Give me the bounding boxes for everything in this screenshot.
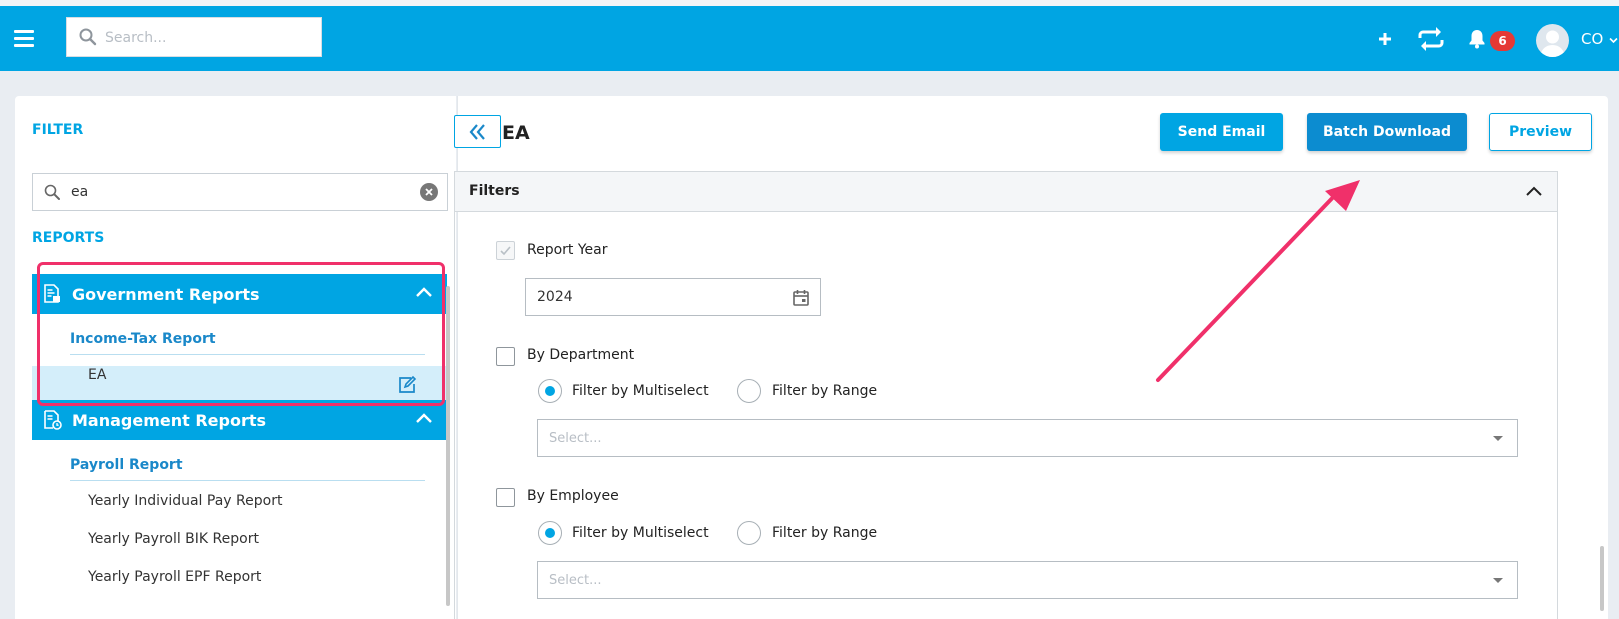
user-initials: CO bbox=[1581, 30, 1604, 48]
top-navbar: 6 CO bbox=[0, 6, 1619, 71]
collapse-sidebar-button[interactable] bbox=[454, 115, 501, 148]
employee-range-radio[interactable] bbox=[737, 521, 761, 545]
bell-icon[interactable] bbox=[1467, 6, 1487, 71]
main-scrollbar[interactable] bbox=[1600, 546, 1604, 611]
group-management-reports[interactable]: Management Reports bbox=[32, 400, 447, 440]
reports-label: REPORTS bbox=[32, 230, 105, 246]
filters-header[interactable]: Filters bbox=[455, 172, 1557, 212]
switch-icon[interactable] bbox=[1416, 6, 1446, 71]
double-chevron-left-icon bbox=[469, 123, 485, 140]
department-range-label: Filter by Range bbox=[772, 383, 878, 399]
send-email-button[interactable]: Send Email bbox=[1160, 113, 1283, 151]
subgroup-divider bbox=[70, 480, 425, 481]
by-employee-label: By Employee bbox=[527, 488, 619, 504]
department-multiselect-radio[interactable] bbox=[538, 379, 562, 403]
report-year-field[interactable]: 2024 bbox=[525, 278, 821, 316]
group-label: Management Reports bbox=[72, 410, 267, 430]
preview-button[interactable]: Preview bbox=[1489, 113, 1592, 151]
calendar-icon[interactable] bbox=[792, 289, 810, 307]
list-item[interactable]: Yearly Payroll EPF Report bbox=[88, 569, 261, 585]
search-icon bbox=[79, 28, 97, 46]
user-menu[interactable]: CO bbox=[1581, 30, 1618, 48]
filter-label: FILTER bbox=[32, 122, 84, 138]
by-employee-checkbox[interactable] bbox=[496, 488, 515, 507]
department-multiselect-label: Filter by Multiselect bbox=[572, 383, 709, 399]
report-filter-field[interactable] bbox=[32, 173, 448, 211]
report-filter-input[interactable] bbox=[71, 182, 401, 202]
sidebar-scrollbar[interactable] bbox=[446, 286, 450, 606]
chevron-down-icon bbox=[1609, 37, 1618, 44]
avatar[interactable] bbox=[1536, 24, 1569, 57]
by-department-checkbox[interactable] bbox=[496, 347, 515, 366]
add-icon[interactable] bbox=[1376, 6, 1394, 71]
chevron-up-icon[interactable] bbox=[1525, 183, 1543, 201]
list-item[interactable]: Yearly Payroll BIK Report bbox=[88, 531, 259, 547]
report-sidebar: FILTER REPORTS Government Reports Income… bbox=[15, 96, 456, 619]
by-department-label: By Department bbox=[527, 347, 635, 363]
dropdown-caret-icon bbox=[1493, 436, 1503, 441]
dropdown-caret-icon bbox=[1493, 578, 1503, 583]
subgroup-payroll-report[interactable]: Payroll Report bbox=[70, 457, 183, 473]
report-year-checkbox bbox=[496, 241, 515, 260]
chevron-up-icon[interactable] bbox=[415, 410, 433, 428]
employee-range-label: Filter by Range bbox=[772, 525, 878, 541]
filters-title: Filters bbox=[469, 183, 520, 199]
page-title: EA bbox=[502, 122, 530, 144]
list-item[interactable]: Yearly Individual Pay Report bbox=[88, 493, 282, 509]
search-input[interactable] bbox=[105, 28, 305, 48]
filters-card: Filters Report Year 2024 By Department F… bbox=[454, 171, 1558, 619]
employee-multiselect-radio[interactable] bbox=[538, 521, 562, 545]
batch-download-button[interactable]: Batch Download bbox=[1307, 113, 1467, 151]
report-year-label: Report Year bbox=[527, 242, 608, 258]
employee-multiselect-label: Filter by Multiselect bbox=[572, 525, 709, 541]
highlight-annotation bbox=[37, 262, 445, 406]
report-year-value: 2024 bbox=[537, 289, 573, 305]
global-search[interactable] bbox=[66, 17, 322, 57]
select-placeholder: Select... bbox=[549, 573, 602, 588]
hamburger-menu-icon[interactable] bbox=[14, 30, 34, 47]
clear-icon[interactable] bbox=[420, 183, 438, 201]
report-main-panel: EA Send Email Batch Download Preview Fil… bbox=[454, 96, 1608, 619]
report-clock-icon bbox=[44, 410, 62, 430]
select-placeholder: Select... bbox=[549, 431, 602, 446]
department-range-radio[interactable] bbox=[737, 379, 761, 403]
employee-select[interactable]: Select... bbox=[537, 561, 1518, 599]
notification-badge: 6 bbox=[1490, 31, 1515, 51]
search-icon bbox=[44, 184, 60, 200]
department-select[interactable]: Select... bbox=[537, 419, 1518, 457]
